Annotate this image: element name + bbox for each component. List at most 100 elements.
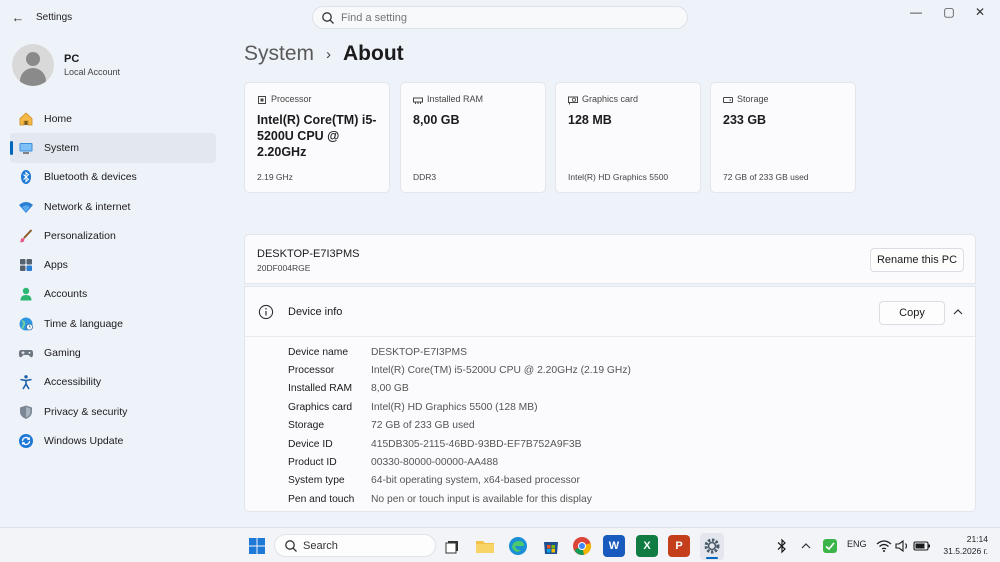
sidebar-item-label: Accessibility — [44, 376, 102, 389]
info-row: Device ID 415DB305-2115-46BD-93BD-EF7B752… — [288, 435, 631, 453]
back-button[interactable]: ← — [8, 9, 28, 27]
info-key: Device ID — [288, 438, 333, 450]
search-icon — [322, 12, 334, 24]
device-info-card: Device info Copy Device name DESKTOP-E7I3… — [244, 286, 976, 512]
minimize-button[interactable]: — — [904, 4, 928, 20]
settings-gear-icon[interactable] — [701, 535, 723, 557]
info-value: 00330-80000-00000-AA488 — [371, 457, 499, 469]
processor-label: Processor — [271, 94, 312, 104]
excel-icon[interactable]: X — [636, 535, 658, 557]
sidebar-item-label: Accounts — [44, 288, 88, 301]
clock-date: 31.5.2026 г. — [943, 546, 988, 556]
info-value: No pen or touch input is available for t… — [371, 493, 592, 505]
pc-name: DESKTOP-E7I3PMS — [257, 248, 360, 260]
processor-value: Intel(R) Core(TM) i5-5200U CPU @ 2.20GHz — [257, 113, 377, 159]
sidebar-nav: Home System Bluetooth & devices Network … — [10, 104, 216, 456]
processor-card: Processor Intel(R) Core(TM) i5-5200U CPU… — [244, 82, 390, 193]
sidebar-item-time-language[interactable]: Time & language — [10, 309, 216, 338]
sidebar-item-label: Time & language — [44, 317, 123, 330]
sidebar-item-accounts[interactable]: Accounts — [10, 280, 216, 309]
avatar[interactable] — [12, 44, 54, 86]
info-value: 8,00 GB — [371, 383, 409, 395]
chevron-up-icon[interactable] — [951, 305, 965, 319]
sidebar-item-label: Privacy & security — [44, 405, 128, 418]
sidebar-item-accessibility[interactable]: Accessibility — [10, 368, 216, 397]
apps-icon — [18, 257, 34, 273]
wifi-icon — [18, 199, 34, 215]
info-key: System type — [288, 475, 345, 487]
info-row: Pen and touch No pen or touch input is av… — [288, 490, 631, 508]
battery-icon[interactable] — [911, 535, 933, 557]
globe-icon — [18, 316, 34, 332]
maximize-button[interactable]: ▢ — [937, 4, 961, 20]
sidebar-item-label: Bluetooth & devices — [44, 171, 137, 184]
settings-search-box[interactable] — [312, 6, 688, 29]
word-icon[interactable]: W — [603, 535, 625, 557]
update-icon — [18, 433, 34, 449]
graphics-card-label: Graphics card — [582, 94, 639, 104]
bluetooth-tray-icon[interactable] — [771, 535, 793, 557]
sidebar-item-network[interactable]: Network & internet — [10, 192, 216, 221]
storage-value: 233 GB — [723, 113, 767, 127]
sidebar-item-system[interactable]: System — [10, 133, 216, 163]
brush-icon — [18, 228, 34, 244]
breadcrumb: System › About — [244, 42, 404, 66]
storage-card: Storage 233 GB 72 GB of 233 GB used — [710, 82, 856, 193]
ram-card: Installed RAM 8,00 GB DDR3 — [400, 82, 546, 193]
sidebar-item-personalization[interactable]: Personalization — [10, 221, 216, 250]
page-title: About — [343, 42, 404, 65]
processor-icon — [258, 96, 266, 104]
sidebar-item-bluetooth[interactable]: Bluetooth & devices — [10, 163, 216, 192]
info-key: Storage — [288, 420, 325, 432]
sidebar-item-label: Gaming — [44, 347, 81, 360]
tray-app-icon[interactable] — [819, 535, 841, 557]
title-bar: ← Settings — ▢ ✕ — [0, 0, 1000, 36]
accounts-icon — [18, 286, 34, 302]
profile-account-type: Local Account — [64, 67, 121, 77]
powerpoint-icon[interactable]: P — [668, 535, 690, 557]
clock[interactable]: 21:14 31.5.2026 г. — [943, 533, 988, 557]
sidebar-item-label: Network & internet — [44, 200, 131, 213]
file-explorer-icon[interactable] — [474, 535, 496, 557]
ram-detail: DDR3 — [413, 172, 437, 182]
storage-icon — [723, 97, 733, 103]
sidebar-item-apps[interactable]: Apps — [10, 250, 216, 279]
copy-button[interactable]: Copy — [879, 301, 945, 325]
info-row: Installed RAM 8,00 GB — [288, 380, 631, 398]
taskbar: Search W X P ENG 21:14 31.5.2026 г. — [0, 527, 1000, 562]
sidebar-item-privacy-security[interactable]: Privacy & security — [10, 397, 216, 426]
sidebar-item-home[interactable]: Home — [10, 104, 216, 133]
task-view-icon[interactable] — [441, 535, 463, 557]
taskbar-search-label: Search — [303, 540, 338, 552]
breadcrumb-system-link[interactable]: System — [244, 42, 314, 66]
taskbar-search[interactable]: Search — [274, 534, 436, 557]
pc-model: 20DF004RGE — [257, 263, 311, 273]
rename-pc-button[interactable]: Rename this PC — [870, 248, 964, 272]
sidebar-item-windows-update[interactable]: Windows Update — [10, 426, 216, 455]
sidebar-item-label: Home — [44, 112, 73, 125]
app-title: Settings — [36, 12, 73, 23]
microsoft-store-icon[interactable] — [540, 535, 562, 557]
info-key: Processor — [288, 365, 335, 377]
device-info-header[interactable]: Device info Copy — [245, 287, 975, 337]
info-row: Product ID 00330-80000-00000-AA488 — [288, 453, 631, 471]
language-indicator[interactable]: ENG — [847, 539, 867, 549]
start-button-windows-icon[interactable] — [246, 535, 268, 557]
info-value: 72 GB of 233 GB used — [371, 420, 475, 432]
hidden-icons-chevron-icon[interactable] — [795, 535, 817, 557]
edge-browser-icon[interactable] — [507, 535, 529, 557]
graphics-card-detail: Intel(R) HD Graphics 5500 — [568, 172, 669, 182]
graphics-card-card: Graphics card 128 MB Intel(R) HD Graphic… — [555, 82, 701, 193]
accessibility-icon — [18, 374, 34, 390]
settings-search-input[interactable] — [341, 10, 671, 26]
chrome-icon[interactable] — [571, 535, 593, 557]
clock-time: 21:14 — [966, 534, 988, 544]
shield-icon — [18, 404, 34, 420]
processor-detail: 2.19 GHz — [257, 172, 293, 182]
sidebar-item-gaming[interactable]: Gaming — [10, 338, 216, 367]
ram-label: Installed RAM — [427, 94, 484, 104]
close-button[interactable]: ✕ — [968, 4, 992, 20]
info-value: Intel(R) Core(TM) i5-5200U CPU @ 2.20GHz… — [371, 365, 631, 377]
info-row: Graphics card Intel(R) HD Graphics 5500 (… — [288, 398, 631, 416]
bluetooth-icon — [18, 169, 34, 185]
